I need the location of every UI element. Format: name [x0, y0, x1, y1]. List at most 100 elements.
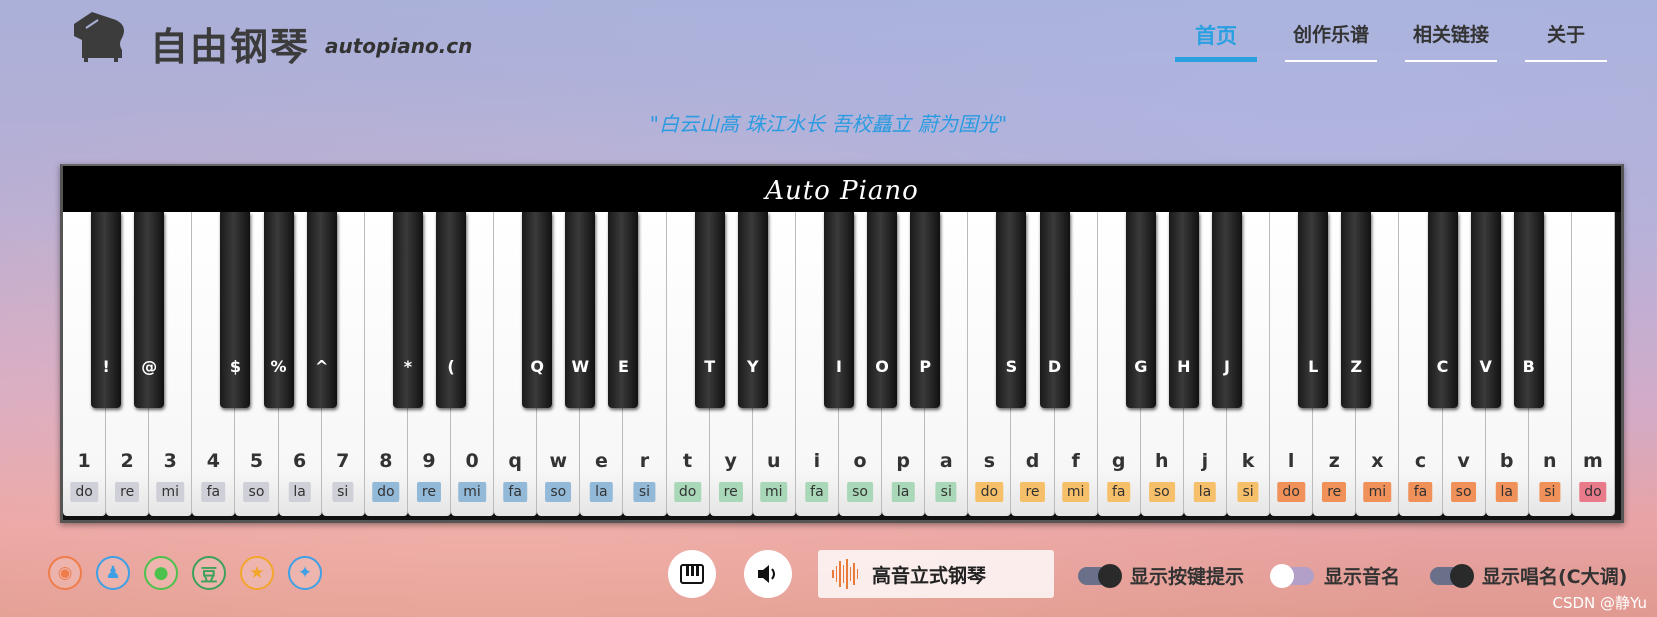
solfege-label: re [416, 482, 441, 502]
key-hint-label: V [1479, 357, 1492, 376]
key-hint-label: a [939, 450, 953, 472]
black-key[interactable]: ! [91, 212, 122, 408]
solfege-label: do [372, 482, 400, 502]
key-hint-label: W [571, 357, 590, 376]
key-hint-label: y [724, 450, 737, 472]
key-hint-label: ! [102, 357, 110, 376]
control-bar: ◉ ♟ ● 豆 ★ ✦ 高音立式钢琴 显示按键提示 显示音名 显示唱名(C大调) [0, 548, 1657, 608]
main-nav: 首页 创作乐谱 相关链接 关于 [1174, 20, 1607, 62]
white-key[interactable]: m do [1571, 212, 1615, 516]
black-key[interactable]: E [608, 212, 639, 408]
black-key[interactable]: O [867, 212, 898, 408]
black-key[interactable]: G [1125, 212, 1156, 408]
key-hint-label: E [617, 357, 629, 376]
black-key[interactable]: V [1470, 212, 1501, 408]
key-hint-label: 3 [163, 450, 177, 472]
black-key[interactable]: ( [436, 212, 466, 408]
solfege-label: re [1020, 482, 1045, 502]
black-key[interactable]: $ [220, 212, 251, 408]
douban-icon[interactable]: 豆 [192, 556, 226, 590]
nav-home[interactable]: 首页 [1174, 20, 1257, 62]
key-hint-label: j [1201, 450, 1209, 472]
key-hint-label: O [875, 357, 889, 376]
solfege-label: la [590, 482, 613, 502]
key-hints-switch[interactable] [1078, 563, 1122, 588]
key-hint-label: n [1543, 450, 1557, 472]
nav-compose[interactable]: 创作乐谱 [1284, 20, 1377, 62]
key-hint-label: z [1328, 450, 1340, 472]
piano-logo-icon[interactable] [70, 10, 130, 62]
key-hint-label: Q [530, 357, 545, 376]
key-hint-label: i [813, 450, 821, 472]
black-key[interactable]: J [1212, 212, 1242, 408]
black-key[interactable]: % [263, 212, 294, 408]
solfege-label: re [1322, 482, 1347, 502]
key-hint-label: 6 [292, 450, 307, 472]
black-key[interactable]: Z [1341, 212, 1372, 408]
solfege-label: so [847, 482, 873, 502]
nav-about[interactable]: 关于 [1525, 20, 1607, 62]
key-hint-label: Z [1350, 357, 1363, 376]
key-hint-label: $ [229, 357, 241, 376]
key-hint-label: 5 [249, 450, 264, 472]
key-hint-label: B [1522, 357, 1535, 376]
qq-icon[interactable]: ♟ [96, 556, 130, 590]
instrument-selector[interactable]: 高音立式钢琴 [818, 550, 1054, 598]
note-names-switch[interactable] [1270, 563, 1314, 588]
key-hint-label: @ [141, 357, 158, 376]
black-key[interactable]: S [996, 212, 1027, 408]
key-hint-label: o [853, 450, 867, 472]
black-key[interactable]: B [1513, 212, 1544, 408]
black-key[interactable]: W [565, 212, 596, 408]
black-key[interactable]: P [910, 212, 941, 408]
solfege-label: si [633, 482, 656, 502]
key-hint-label: 8 [379, 450, 393, 472]
black-key[interactable]: L [1298, 212, 1329, 408]
black-key[interactable]: @ [134, 212, 165, 408]
key-hint-label: h [1155, 450, 1169, 472]
key-hint-label: P [919, 357, 932, 376]
site-header: 自由钢琴 autopiano.cn 首页 创作乐谱 相关链接 关于 [0, 0, 1657, 90]
solfege-label: fa [503, 482, 527, 502]
piano-lid: Auto Piano [63, 166, 1621, 212]
key-hint-label: ( [447, 357, 455, 376]
solfege-label: so [545, 482, 572, 502]
nav-links[interactable]: 相关链接 [1404, 20, 1498, 62]
solfege-label: do [673, 482, 702, 502]
favorite-icon[interactable]: ★ [240, 556, 274, 590]
toggle-solfege[interactable]: 显示唱名(C大调) [1430, 562, 1627, 589]
toggle-note-names[interactable]: 显示音名 [1270, 562, 1401, 589]
brand-name[interactable]: 自由钢琴 [150, 16, 310, 71]
weibo-icon[interactable]: ◉ [48, 556, 82, 590]
solfege-label: la [891, 482, 915, 502]
solfege-label: fa [805, 482, 829, 502]
instrument-name: 高音立式钢琴 [872, 564, 987, 587]
key-hint-label: 4 [206, 450, 220, 472]
twitter-icon[interactable]: ✦ [288, 556, 322, 590]
black-key[interactable]: C [1427, 212, 1458, 408]
black-key[interactable]: Y [737, 212, 768, 408]
solfege-label: si [1539, 482, 1561, 502]
key-hint-label: m [1583, 450, 1603, 472]
black-key[interactable]: H [1168, 212, 1199, 408]
black-key[interactable]: ^ [306, 212, 337, 408]
note-names-label: 显示音名 [1324, 566, 1401, 588]
piano-title: Auto Piano [765, 176, 919, 206]
solfege-label: mi [760, 482, 788, 502]
black-key[interactable]: I [824, 212, 854, 408]
motto-text: "白云山高 珠江水长 吾校矗立 蔚为国光" [649, 112, 1008, 136]
black-key[interactable]: T [694, 212, 725, 408]
black-key[interactable]: Q [522, 212, 553, 408]
wechat-icon[interactable]: ● [144, 556, 178, 590]
solfege-label: fa [1408, 482, 1433, 502]
black-key[interactable]: * [392, 212, 423, 408]
sound-button[interactable] [744, 550, 792, 598]
solfege-switch[interactable] [1430, 563, 1474, 588]
solfege-label: re [115, 482, 140, 502]
black-key[interactable]: D [1039, 212, 1070, 408]
keyboard-toggle-button[interactable] [668, 550, 716, 598]
toggle-key-hints[interactable]: 显示按键提示 [1078, 562, 1244, 589]
solfege-label: re [718, 482, 743, 502]
key-hint-label: r [639, 450, 650, 472]
solfege-label: do [1579, 482, 1607, 502]
